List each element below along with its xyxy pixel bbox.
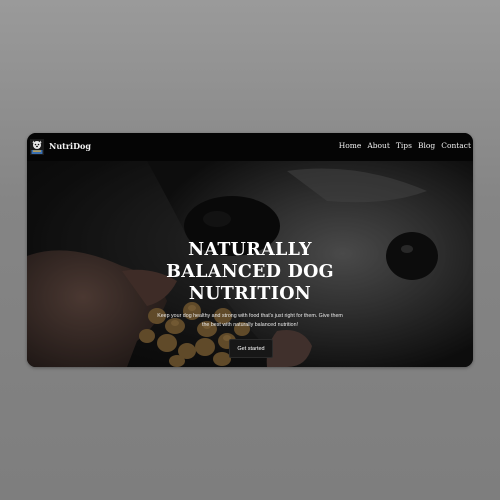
subtext-line-2: the best with naturally balanced nutriti…	[202, 321, 298, 328]
nav-link-blog[interactable]: Blog	[418, 141, 435, 150]
nav-link-about[interactable]: About	[367, 141, 390, 150]
headline-line-3: NUTRITION	[188, 284, 312, 304]
hero-headline: NATURALLY BALANCED DOG NUTRITION	[27, 239, 473, 305]
nav-link-contact[interactable]: Contact	[441, 141, 471, 150]
nav-links: Home About Tips Blog Contact	[339, 141, 471, 150]
website-window: NutriDog Home About Tips Blog Contact NA…	[27, 133, 473, 367]
navbar: NutriDog Home About Tips Blog Contact	[27, 133, 473, 161]
hero-subtext: Keep your dog healthy and strong with fo…	[153, 312, 347, 329]
dog-logo-icon[interactable]	[30, 139, 44, 155]
nav-link-home[interactable]: Home	[339, 141, 362, 150]
headline-line-1: NATURALLY	[188, 240, 312, 260]
hero-section: NATURALLY BALANCED DOG NUTRITION Keep yo…	[27, 161, 473, 367]
get-started-button[interactable]: Get started	[229, 339, 273, 358]
subtext-line-1: Keep your dog healthy and strong with fo…	[157, 313, 343, 319]
headline-line-2: BALANCED DOG	[166, 262, 334, 282]
brand-name[interactable]: NutriDog	[49, 141, 91, 151]
nav-link-tips[interactable]: Tips	[396, 141, 412, 150]
